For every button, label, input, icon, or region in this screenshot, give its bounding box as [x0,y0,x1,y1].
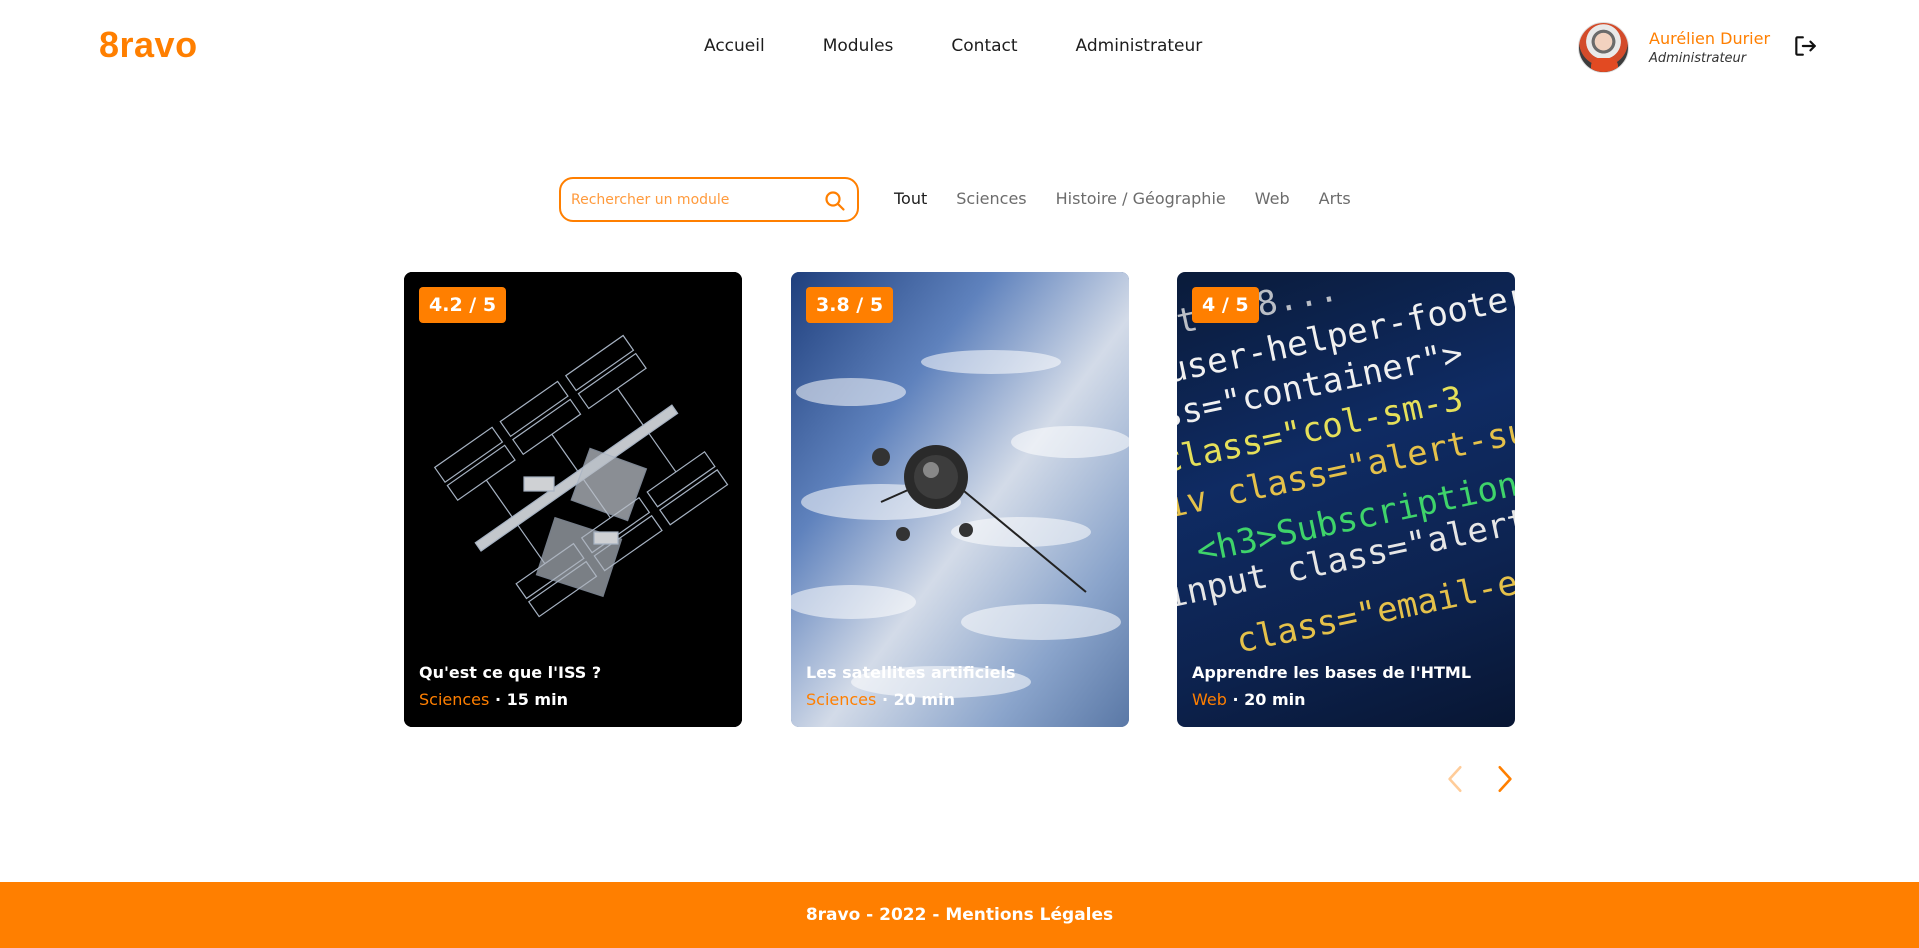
card-category: Web [1192,690,1227,709]
user-profile[interactable]: Aurélien Durier Administrateur [1578,22,1770,73]
card-duration: · 20 min [881,690,955,709]
card-title: Les satellites artificiels [806,663,1016,682]
user-info: Aurélien Durier Administrateur [1649,29,1770,66]
card-duration: · 15 min [494,690,568,709]
html-code-image: nt 418... user-helper-footer ss="contain… [1177,272,1515,727]
chevron-right-icon[interactable] [1491,764,1517,794]
card-title: Apprendre les bases de l'HTML [1192,663,1472,682]
carousel-controls [1443,764,1517,794]
card-category: Sciences [419,690,490,709]
search-input[interactable] [571,191,811,208]
nav-link-modules[interactable]: Modules [823,36,894,56]
footer-text[interactable]: 8ravo - 2022 - Mentions Légales [806,905,1113,925]
category-histoire-geographie[interactable]: Histoire / Géographie [1056,189,1226,208]
satellite-image [791,272,1129,727]
category-filters: Tout Sciences Histoire / Géographie Web … [894,189,1380,208]
logout-icon[interactable] [1792,33,1818,59]
space-station-image [404,272,742,727]
module-card-html[interactable]: nt 418... user-helper-footer ss="contain… [1177,272,1515,727]
category-tout[interactable]: Tout [894,189,927,208]
rating-badge: 3.8 / 5 [806,287,894,323]
rating-badge: 4 / 5 [1192,287,1259,323]
user-name: Aurélien Durier [1649,29,1771,48]
nav-link-administrateur[interactable]: Administrateur [1076,36,1203,56]
nav-link-contact[interactable]: Contact [951,36,1017,56]
category-sciences[interactable]: Sciences [956,189,1026,208]
avatar [1578,22,1629,73]
card-meta: Sciences · 15 min [419,690,568,709]
logo[interactable]: 8ravo [99,24,198,66]
nav-link-accueil[interactable]: Accueil [704,36,765,56]
search-box [559,177,859,222]
search-icon[interactable] [823,189,847,213]
user-role: Administrateur [1649,51,1747,66]
card-meta: Web · 20 min [1192,690,1306,709]
main-nav: Accueil Modules Contact Administrateur [704,36,1260,56]
rating-badge: 4.2 / 5 [419,287,507,323]
card-duration: · 20 min [1232,690,1306,709]
header: 8ravo Accueil Modules Contact Administra… [0,0,1919,95]
category-web[interactable]: Web [1255,189,1290,208]
card-title: Qu'est ce que l'ISS ? [419,663,602,682]
chevron-left-icon[interactable] [1443,764,1469,794]
module-card-satellites[interactable]: 3.8 / 5 Les satellites artificiels Scien… [791,272,1129,727]
card-meta: Sciences · 20 min [806,690,955,709]
module-card-iss[interactable]: 4.2 / 5 Qu'est ce que l'ISS ? Sciences ·… [404,272,742,727]
footer: 8ravo - 2022 - Mentions Légales [0,882,1919,948]
category-arts[interactable]: Arts [1319,189,1351,208]
card-category: Sciences [806,690,877,709]
